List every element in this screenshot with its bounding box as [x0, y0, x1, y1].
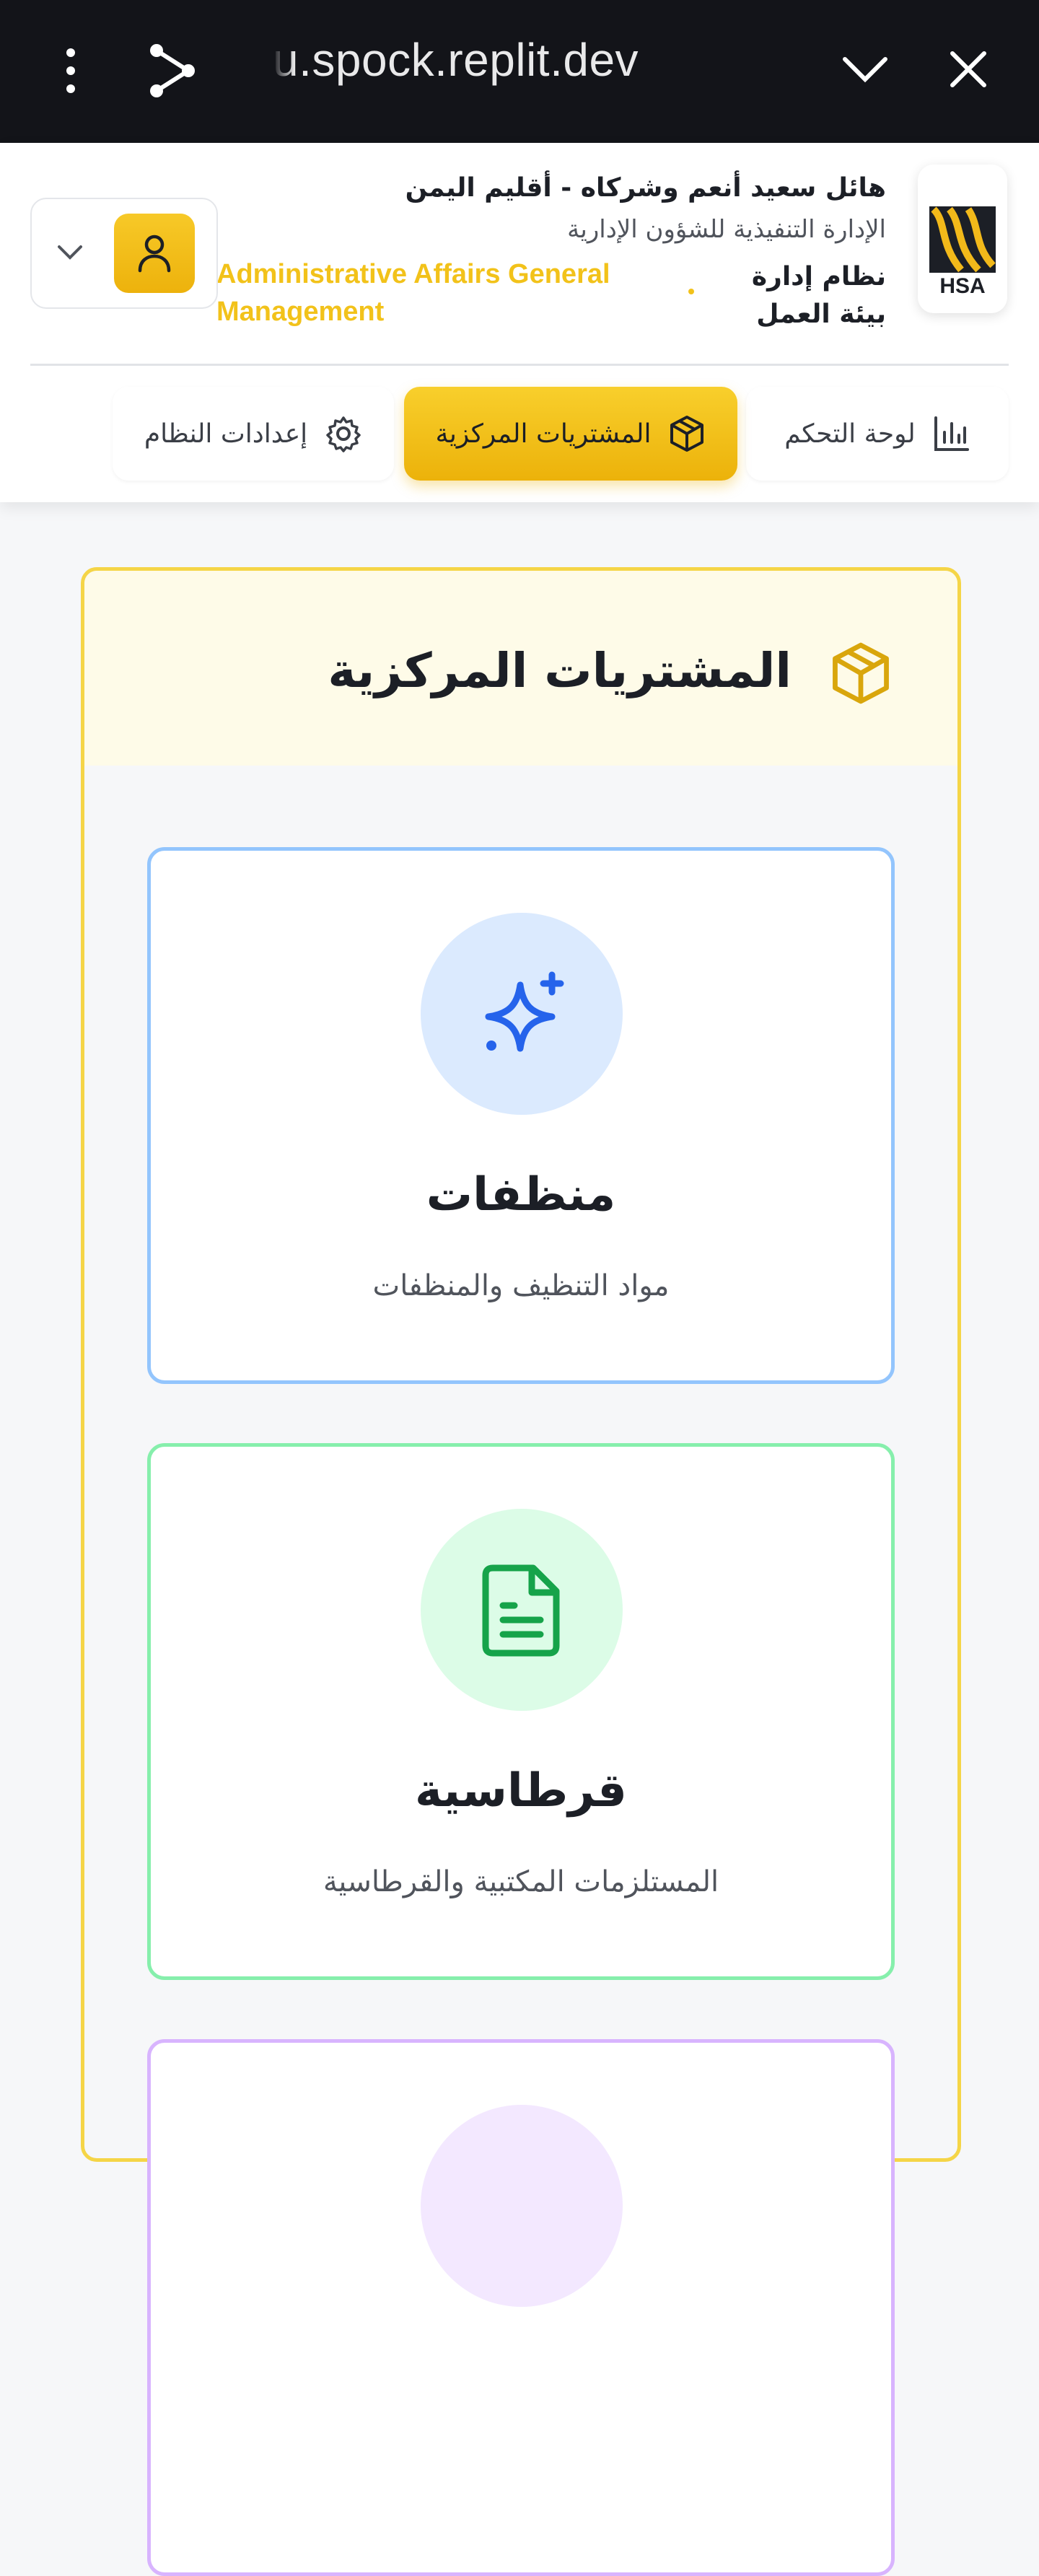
chevron-down-icon — [56, 238, 84, 270]
gear-icon — [326, 416, 361, 452]
category-card-cleaning[interactable]: منظفات مواد التنظيف والمنظفات — [147, 847, 895, 1384]
more-vert-icon[interactable] — [55, 43, 87, 98]
sparkles-icon — [485, 971, 564, 1052]
org-subtitle: الإدارة التنفيذية للشؤون الإدارية — [567, 215, 886, 244]
company-logo: HSA — [918, 165, 1007, 313]
header-divider — [30, 364, 1009, 366]
category-icon-circle — [421, 913, 623, 1115]
nav-central-procurement[interactable]: المشتريات المركزية — [404, 387, 737, 481]
user-icon — [138, 235, 171, 273]
nav-dashboard-label: لوحة التحكم — [784, 419, 916, 449]
nav-system-settings[interactable]: إعدادات النظام — [113, 387, 394, 481]
url-fade — [273, 29, 294, 101]
url-text[interactable]: u.spock.replit.dev — [273, 33, 639, 87]
file-text-icon — [482, 1564, 560, 1657]
page-title: المشتريات المركزية — [328, 643, 792, 698]
package-icon — [829, 640, 893, 709]
category-icon-circle — [421, 1509, 623, 1711]
category-description: مواد التنظيف والمنظفات — [372, 1269, 670, 1302]
close-icon[interactable] — [945, 46, 991, 92]
nav-dashboard[interactable]: لوحة التحكم — [746, 387, 1009, 481]
department-name-en: Administrative Affairs General Managemen… — [216, 259, 610, 327]
panel-header: المشتريات المركزية — [84, 571, 957, 766]
category-name: منظفات — [426, 1168, 616, 1222]
separator-dot — [688, 289, 694, 294]
user-avatar — [114, 214, 195, 293]
category-card-stationery[interactable]: قرطاسية المستلزمات المكتبية والقرطاسية — [147, 1443, 895, 1980]
user-menu-button[interactable] — [30, 198, 218, 309]
nav-settings-label: إعدادات النظام — [144, 419, 308, 449]
category-name: قرطاسية — [415, 1764, 627, 1818]
logo-text: HSA — [939, 274, 985, 298]
category-card-third[interactable] — [147, 2039, 895, 2576]
share-icon[interactable] — [144, 40, 199, 101]
chevron-down-icon[interactable] — [840, 46, 890, 92]
package-icon — [670, 416, 704, 452]
bar-chart-icon — [934, 416, 969, 451]
org-title: هائل سعيد أنعم وشركاه - أقليم اليمن — [405, 173, 886, 203]
system-name: نظام إدارة بيئة العمل — [751, 262, 886, 329]
browser-toolbar: u.spock.replit.dev — [0, 0, 1039, 143]
category-icon-circle — [421, 2105, 623, 2307]
nav-procurement-label: المشتريات المركزية — [435, 419, 652, 449]
category-description: المستلزمات المكتبية والقرطاسية — [323, 1865, 719, 1898]
